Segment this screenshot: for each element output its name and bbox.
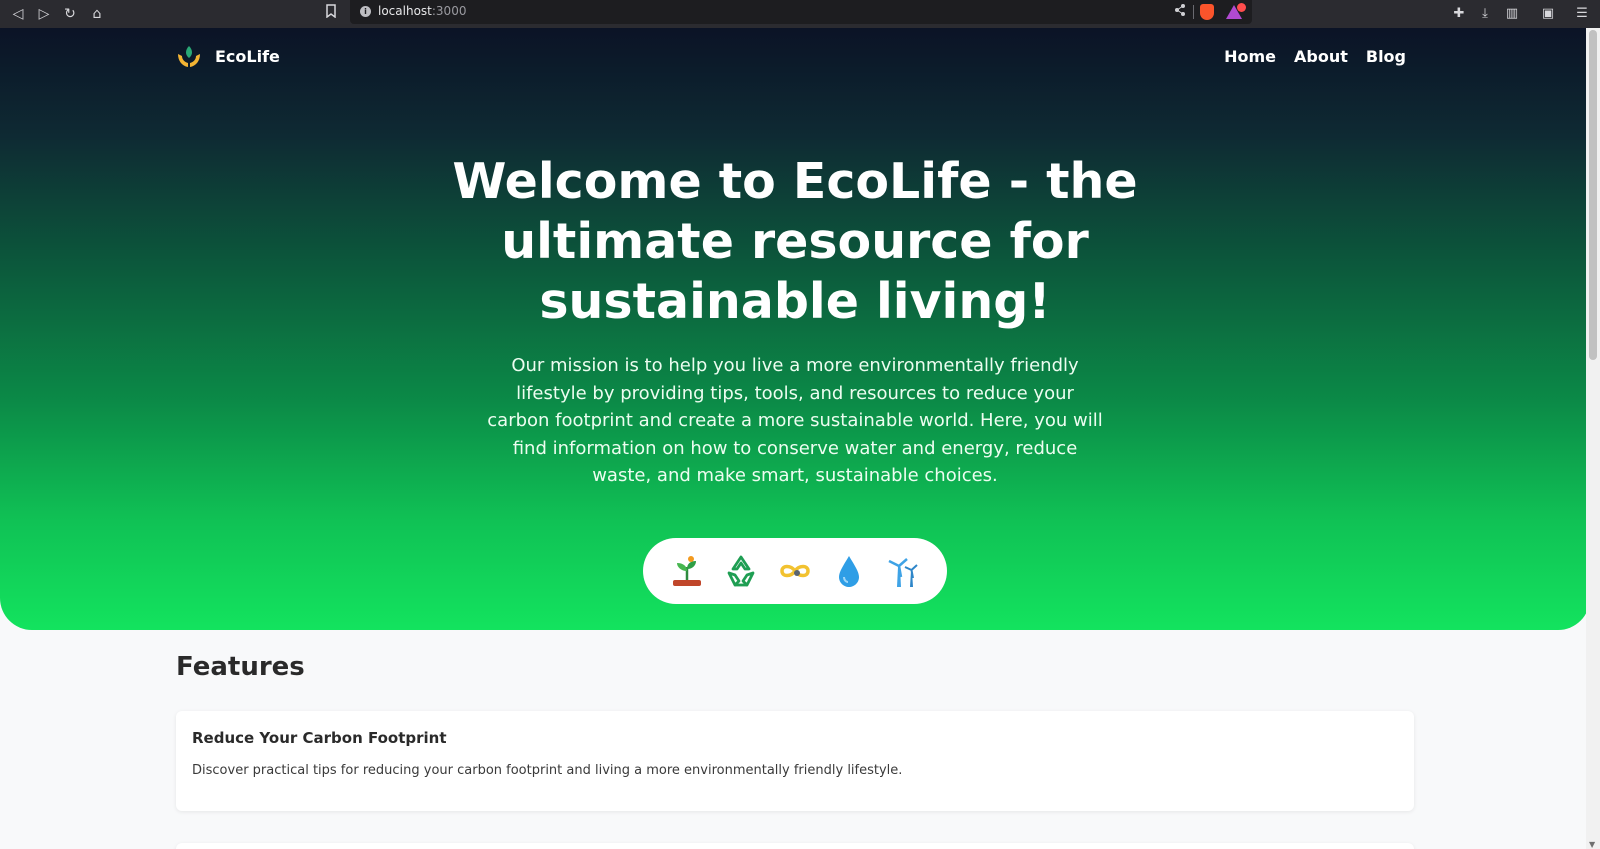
feature-card-text: Discover practical tips for reducing you… bbox=[192, 763, 903, 778]
seedling-icon bbox=[673, 556, 701, 586]
hero-section: EcoLife Home About Blog Welcome to EcoLi… bbox=[0, 28, 1590, 630]
back-icon[interactable]: ◁ bbox=[8, 4, 28, 24]
infinity-icon bbox=[780, 564, 810, 578]
extensions-icon[interactable]: ✚ bbox=[1449, 4, 1469, 24]
nav-link-blog[interactable]: Blog bbox=[1366, 47, 1406, 66]
menu-icon[interactable]: ☰ bbox=[1572, 4, 1592, 24]
nav-link-about[interactable]: About bbox=[1294, 47, 1348, 66]
address-bar[interactable]: i localhost:3000 bbox=[350, 0, 1252, 24]
feature-card[interactable]: Reduce Your Carbon Footprint Discover pr… bbox=[176, 711, 1414, 811]
recycle-icon bbox=[727, 555, 755, 587]
brave-shields-icon[interactable] bbox=[1200, 4, 1214, 20]
sidebar-icon[interactable]: ▥ bbox=[1502, 4, 1522, 24]
wallet-icon[interactable]: ▣ bbox=[1538, 4, 1558, 24]
nav-link-home[interactable]: Home bbox=[1224, 47, 1276, 66]
nav-links: Home About Blog bbox=[1224, 47, 1406, 66]
water-drop-icon bbox=[839, 556, 859, 587]
share-icon[interactable] bbox=[1174, 3, 1186, 20]
site-info-icon[interactable]: i bbox=[360, 6, 371, 17]
scrollbar-thumb[interactable] bbox=[1589, 30, 1597, 360]
url-text[interactable]: localhost:3000 bbox=[378, 4, 466, 18]
feature-card-title: Reduce Your Carbon Footprint bbox=[192, 729, 447, 747]
features-heading: Features bbox=[176, 652, 305, 682]
wind-turbine-icon bbox=[888, 558, 918, 587]
divider bbox=[1193, 5, 1194, 19]
bookmark-icon[interactable] bbox=[321, 4, 341, 24]
page-scrollbar[interactable]: ▲ ▼ bbox=[1586, 28, 1600, 849]
top-navigation: EcoLife Home About Blog bbox=[176, 44, 1406, 70]
reload-icon[interactable]: ↻ bbox=[60, 4, 80, 24]
browser-toolbar: ◁ ▷ ↻ ⌂ i localhost:3000 ✚ ⤓ ▥ ▣ ☰ bbox=[0, 0, 1600, 28]
brand-name[interactable]: EcoLife bbox=[215, 47, 280, 66]
hero-title: Welcome to EcoLife - the ultimate resour… bbox=[452, 153, 1138, 330]
scroll-down-icon[interactable]: ▼ bbox=[1589, 840, 1595, 849]
forward-icon[interactable]: ▷ bbox=[34, 4, 54, 24]
hero-description: Our mission is to help you live a more e… bbox=[487, 355, 1103, 486]
home-icon[interactable]: ⌂ bbox=[87, 4, 107, 24]
ecolife-logo-icon[interactable] bbox=[176, 44, 202, 70]
feature-card[interactable] bbox=[176, 843, 1414, 849]
downloads-icon[interactable]: ⤓ bbox=[1475, 4, 1495, 24]
icon-strip bbox=[643, 538, 947, 604]
notification-badge bbox=[1237, 3, 1246, 12]
